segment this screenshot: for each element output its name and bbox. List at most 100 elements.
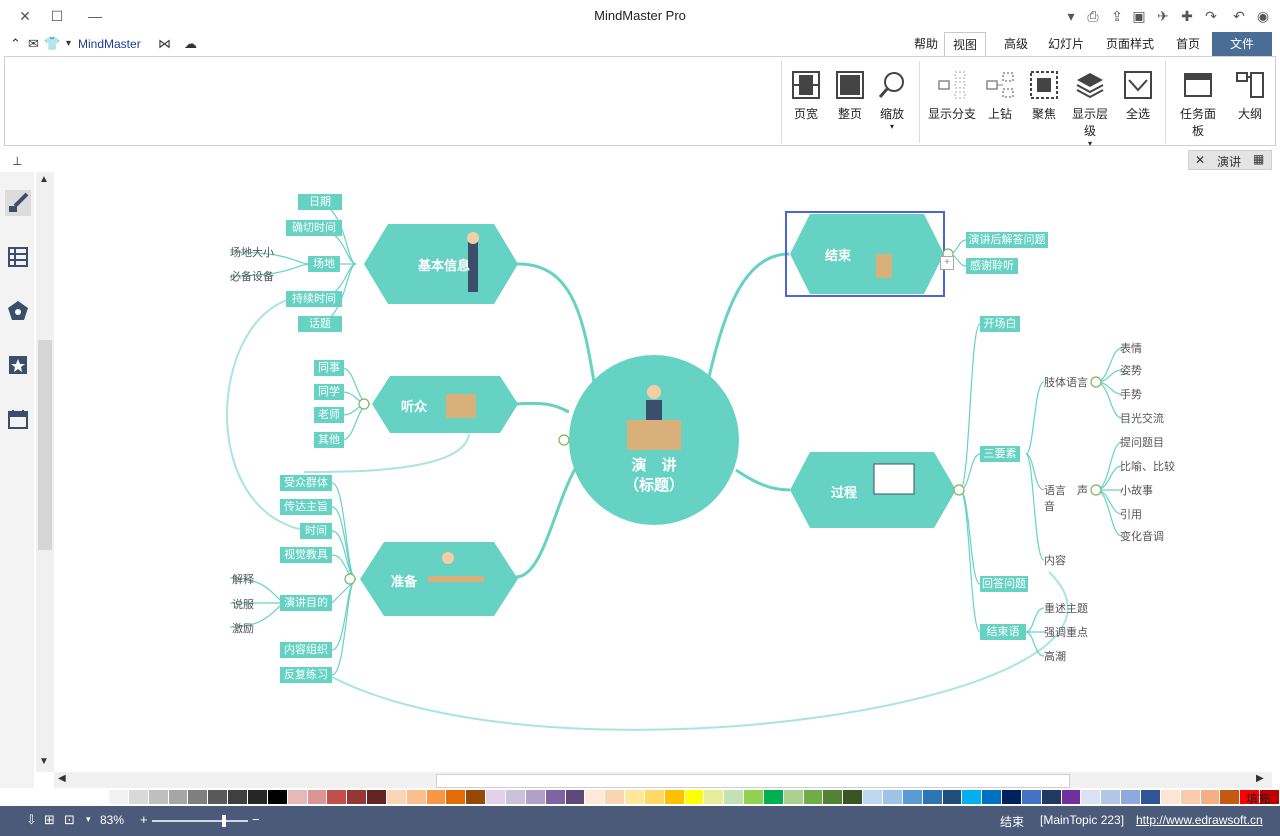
prepare-visual-aids[interactable]: 视觉教具 [280, 547, 332, 563]
show-branch-button[interactable]: 显示分支 [927, 67, 977, 137]
color-swatch[interactable] [486, 790, 506, 804]
audience-teacher[interactable]: 老师 [314, 407, 344, 423]
color-swatch[interactable] [744, 790, 764, 804]
purpose-motivate[interactable]: 激励 [232, 620, 272, 636]
element-body-language[interactable]: 肢体语言 [1044, 374, 1098, 390]
voice-quote[interactable]: 引用 [1120, 506, 1160, 522]
redo-icon[interactable]: ↷ [1200, 6, 1222, 26]
save-icon[interactable]: ▣ [1128, 6, 1150, 26]
color-swatch[interactable] [466, 790, 487, 804]
prepare-content-org[interactable]: 内容组织 [280, 642, 332, 658]
mindmap-canvas[interactable]: 基本信息 听众 准备 结束 过程 演 讲 （标题） 日期 确切时间 场地 持续时… [54, 172, 1272, 772]
closing-climax[interactable]: 高潮 [1044, 648, 1084, 664]
tab-slides[interactable]: 幻灯片 [1040, 32, 1092, 56]
fit-window-icon[interactable]: ⊡ [64, 812, 75, 828]
export-icon[interactable]: ⇪ [1106, 6, 1128, 26]
color-swatch[interactable] [644, 790, 665, 804]
color-swatch[interactable] [248, 790, 268, 804]
dropdown-icon[interactable]: ▾ [66, 38, 71, 49]
prepare-audience-group[interactable]: 受众群体 [280, 475, 332, 491]
color-swatch[interactable] [902, 790, 923, 804]
undo-icon[interactable]: ↶ [1228, 6, 1250, 26]
share-icon[interactable]: ✈ [1152, 6, 1174, 26]
panel-close-icon[interactable]: ✕ [1195, 153, 1205, 167]
color-swatch[interactable] [307, 790, 328, 804]
tab-file[interactable]: 文件 [1212, 32, 1272, 56]
color-swatch[interactable] [188, 790, 209, 804]
app-name-label[interactable]: MindMaster [78, 37, 141, 51]
color-swatch[interactable] [128, 790, 149, 804]
color-swatch[interactable] [724, 790, 745, 804]
tab-view[interactable]: 视图 [944, 32, 987, 56]
color-swatch[interactable] [446, 790, 467, 804]
prepare-purpose[interactable]: 演讲目的 [280, 595, 332, 611]
color-swatch[interactable] [962, 790, 983, 804]
audience-classmate[interactable]: 同学 [314, 384, 344, 400]
outline-list-icon[interactable] [5, 244, 31, 270]
add-subtopic-icon[interactable]: + [940, 256, 954, 270]
cloud-icon[interactable]: ☁ [184, 36, 197, 52]
prepare-time[interactable]: 时间 [300, 523, 332, 539]
color-swatch[interactable] [883, 790, 903, 804]
show-level-button[interactable]: 显示层级 ▾ [1067, 67, 1113, 148]
color-swatch[interactable] [585, 790, 606, 804]
venue-equipment[interactable]: 必备设备 [230, 268, 300, 284]
close-icon[interactable]: ✕ [14, 6, 36, 26]
body-eye-contact[interactable]: 目光交流 [1120, 410, 1180, 426]
color-swatch[interactable] [823, 790, 844, 804]
color-swatch[interactable] [347, 790, 368, 804]
color-swatch[interactable] [109, 790, 129, 804]
scroll-left-icon[interactable]: ◀ [58, 773, 66, 784]
subtopic-venue[interactable]: 场地 [308, 256, 340, 272]
body-gesture[interactable]: 手势 [1120, 386, 1160, 402]
drill-up-button[interactable]: 上钻 [977, 67, 1023, 137]
color-swatch[interactable] [942, 790, 963, 804]
shirt-icon[interactable]: 👕 [44, 36, 60, 52]
subtopic-date[interactable]: 日期 [298, 194, 342, 210]
calendar-icon[interactable] [5, 406, 31, 432]
zoom-button[interactable]: 缩放 ▾ [869, 67, 915, 137]
color-swatch[interactable] [664, 790, 685, 804]
app-menu-icon[interactable]: ◉ [1252, 6, 1274, 26]
format-brush-icon[interactable] [5, 190, 31, 216]
voice-intonation[interactable]: 变化音调 [1120, 528, 1180, 544]
color-swatch[interactable] [525, 790, 546, 804]
tab-help[interactable]: 帮助 [906, 32, 946, 56]
color-swatch[interactable] [605, 790, 626, 804]
color-swatch[interactable] [1121, 790, 1141, 804]
color-swatch[interactable] [843, 790, 864, 804]
prepare-practice[interactable]: 反复练习 [280, 667, 332, 683]
color-swatch[interactable] [863, 790, 884, 804]
zoom-out-icon[interactable]: − [252, 812, 260, 827]
minimize-icon[interactable]: — [84, 6, 106, 26]
topic-end[interactable] [785, 211, 945, 297]
color-swatch[interactable] [367, 790, 387, 804]
gift-icon[interactable]: ✉ [28, 36, 39, 52]
color-swatch[interactable] [1140, 790, 1161, 804]
process-answer-questions[interactable]: 回答问题 [980, 576, 1028, 592]
scroll-up-icon[interactable]: ▲ [39, 174, 49, 185]
fit-page-button[interactable]: 整页 [827, 67, 873, 137]
scroll-down-icon[interactable]: ▼ [39, 756, 49, 767]
voice-question[interactable]: 提问题目 [1120, 434, 1180, 450]
tab-page-style[interactable]: 页面样式 [1098, 32, 1162, 56]
color-swatch[interactable] [763, 790, 784, 804]
color-swatch[interactable] [1081, 790, 1102, 804]
panel-tab[interactable]: ✕ 演讲 ▦ [1188, 150, 1272, 170]
zoom-in-icon[interactable]: + [140, 812, 148, 827]
color-swatch[interactable] [89, 790, 110, 804]
subtopic-exact-time[interactable]: 确切时间 [286, 220, 342, 236]
print-icon[interactable]: ⎙ [1082, 6, 1104, 26]
color-swatch[interactable] [982, 790, 1003, 804]
closing-emphasize[interactable]: 强调重点 [1044, 624, 1104, 640]
color-swatch[interactable] [1041, 790, 1062, 804]
clipart-icon[interactable] [5, 298, 31, 324]
horizontal-scrollbar[interactable]: ◀ ▶ [54, 772, 1272, 788]
tab-home[interactable]: 首页 [1168, 32, 1208, 56]
color-swatch[interactable] [327, 790, 348, 804]
audience-other[interactable]: 其他 [314, 432, 344, 448]
color-swatch[interactable] [1220, 790, 1241, 804]
share-network-icon[interactable]: ⋈ [158, 36, 171, 52]
purpose-explain[interactable]: 解释 [232, 571, 272, 587]
color-swatch[interactable] [287, 790, 308, 804]
